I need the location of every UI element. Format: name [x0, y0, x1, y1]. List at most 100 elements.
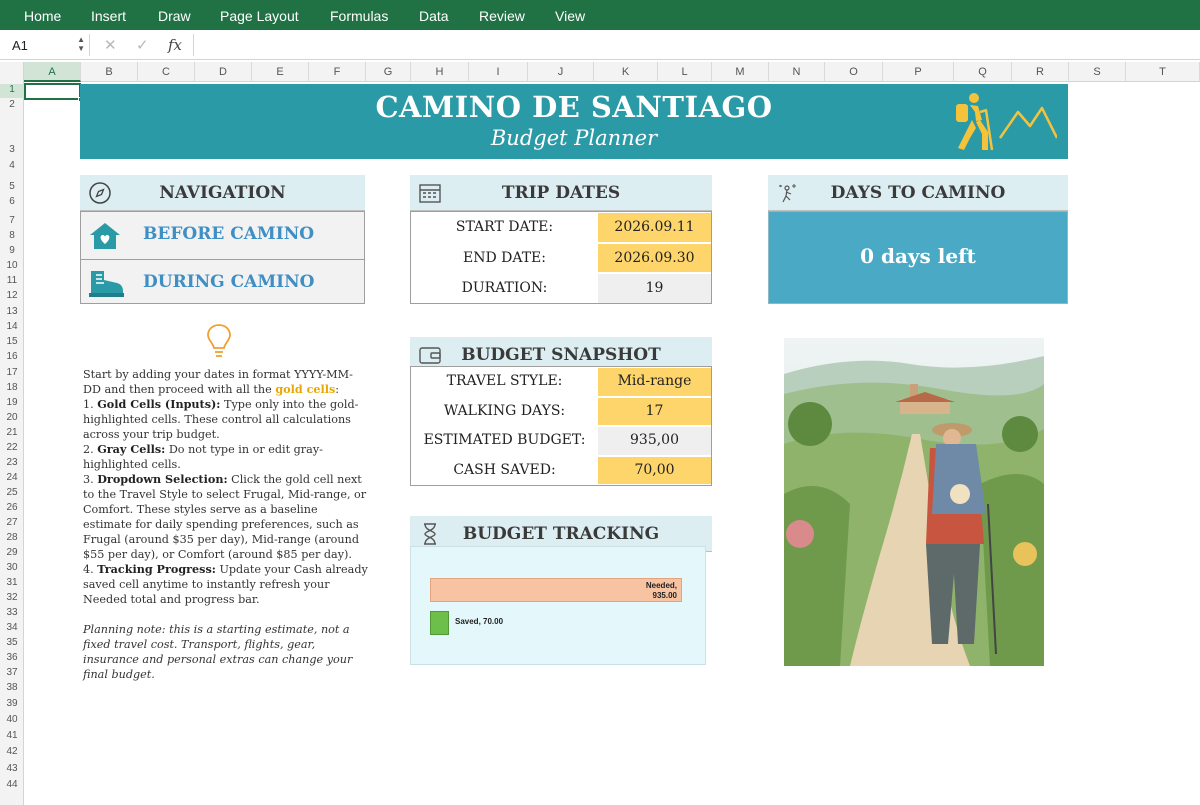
column-header-i[interactable]: I: [469, 62, 528, 82]
column-header-e[interactable]: E: [252, 62, 309, 82]
trip-date-value-cell[interactable]: 2026.09.11: [598, 213, 711, 242]
row-header-11[interactable]: 11: [0, 275, 24, 289]
tab-draw[interactable]: Draw: [158, 8, 191, 24]
formula-input[interactable]: [200, 34, 1190, 56]
instruction-step-4: 4. Tracking Progress: Update your Cash a…: [83, 562, 368, 607]
row-header-27[interactable]: 27: [0, 517, 24, 531]
row-header-8[interactable]: 8: [0, 230, 24, 244]
budget-snapshot-value-cell[interactable]: Mid-range: [598, 368, 711, 396]
tab-page-layout[interactable]: Page Layout: [220, 8, 299, 24]
row-header-18[interactable]: 18: [0, 382, 24, 396]
trip-date-value-cell[interactable]: 2026.09.30: [598, 243, 711, 272]
column-header-o[interactable]: O: [825, 62, 883, 82]
budget-snapshot-value-cell[interactable]: 70,00: [598, 456, 711, 484]
column-header-g[interactable]: G: [366, 62, 411, 82]
row-header-3[interactable]: 3: [0, 144, 24, 158]
row-header-40[interactable]: 40: [0, 714, 24, 728]
lightbulb-icon: [207, 324, 231, 357]
column-header-c[interactable]: C: [138, 62, 195, 82]
select-all-corner[interactable]: [0, 62, 24, 82]
row-header-33[interactable]: 33: [0, 607, 24, 621]
tab-formulas[interactable]: Formulas: [330, 8, 388, 24]
row-header-2[interactable]: 2: [0, 99, 24, 113]
row-header-31[interactable]: 31: [0, 577, 24, 591]
row-header-34[interactable]: 34: [0, 622, 24, 636]
row-header-9[interactable]: 9: [0, 245, 24, 259]
column-header-b[interactable]: B: [81, 62, 138, 82]
name-box[interactable]: A1 ▲ ▼: [4, 34, 90, 56]
column-header-h[interactable]: H: [411, 62, 469, 82]
row-header-20[interactable]: 20: [0, 412, 24, 426]
row-header-17[interactable]: 17: [0, 367, 24, 381]
row-header-28[interactable]: 28: [0, 532, 24, 546]
column-header-j[interactable]: J: [528, 62, 594, 82]
row-header-38[interactable]: 38: [0, 682, 24, 696]
row-header-29[interactable]: 29: [0, 547, 24, 561]
row-header-4[interactable]: 4: [0, 160, 24, 174]
column-header-a[interactable]: A: [24, 62, 81, 82]
row-header-37[interactable]: 37: [0, 667, 24, 681]
nav-during-camino-button[interactable]: DURING CAMINO: [81, 260, 364, 306]
row-header-24[interactable]: 24: [0, 472, 24, 486]
column-header-d[interactable]: D: [195, 62, 252, 82]
column-header-s[interactable]: S: [1069, 62, 1126, 82]
row-header-1[interactable]: 1: [0, 84, 24, 98]
row-header-35[interactable]: 35: [0, 637, 24, 651]
active-cell-selection[interactable]: [24, 83, 83, 102]
budget-snapshot-label: CASH SAVED:: [453, 461, 556, 478]
row-header-44[interactable]: 44: [0, 779, 24, 793]
row-header-25[interactable]: 25: [0, 487, 24, 501]
row-header-13[interactable]: 13: [0, 306, 24, 320]
row-header-6[interactable]: 6: [0, 196, 24, 210]
row-header-5[interactable]: 5: [0, 181, 24, 195]
nav-before-camino-button[interactable]: BEFORE CAMINO: [81, 212, 364, 258]
row-header-14[interactable]: 14: [0, 321, 24, 335]
row-header-12[interactable]: 12: [0, 290, 24, 304]
row-header-15[interactable]: 15: [0, 336, 24, 350]
days-to-camino-panel: 0 days left: [768, 211, 1068, 304]
budget-snapshot-value-cell[interactable]: 17: [598, 397, 711, 425]
row-header-23[interactable]: 23: [0, 457, 24, 471]
column-header-f[interactable]: F: [309, 62, 366, 82]
trip-dates-header: TRIP DATES: [410, 175, 712, 211]
insert-function-icon[interactable]: fx: [168, 36, 182, 54]
column-header-n[interactable]: N: [769, 62, 825, 82]
row-header-41[interactable]: 41: [0, 730, 24, 744]
row-header-39[interactable]: 39: [0, 698, 24, 712]
name-box-spinner-icon[interactable]: ▲ ▼: [77, 35, 85, 53]
tab-insert[interactable]: Insert: [91, 8, 126, 24]
row-header-30[interactable]: 30: [0, 562, 24, 576]
column-header-k[interactable]: K: [594, 62, 658, 82]
checkmark-icon[interactable]: ✓: [136, 36, 149, 54]
column-header-m[interactable]: M: [712, 62, 769, 82]
instructions-text: Start by adding your dates in format YYY…: [83, 367, 368, 682]
row-header-32[interactable]: 32: [0, 592, 24, 606]
row-header-26[interactable]: 26: [0, 502, 24, 516]
trip-date-row: START DATE: 2026.09.11: [411, 212, 711, 243]
column-header-q[interactable]: Q: [954, 62, 1012, 82]
hiker-sparkle-icon: [779, 184, 796, 203]
row-header-10[interactable]: 10: [0, 260, 24, 274]
row-header-22[interactable]: 22: [0, 442, 24, 456]
title-banner: CAMINO DE SANTIAGO Budget Planner: [80, 84, 1068, 159]
column-header-l[interactable]: L: [658, 62, 712, 82]
step-title: Tracking Progress:: [97, 562, 216, 576]
tab-review[interactable]: Review: [479, 8, 525, 24]
row-header-19[interactable]: 19: [0, 397, 24, 411]
column-header-p[interactable]: P: [883, 62, 954, 82]
cancel-icon[interactable]: ✕: [104, 36, 117, 54]
calendar-icon: [419, 184, 441, 203]
row-header-42[interactable]: 42: [0, 746, 24, 760]
tab-home[interactable]: Home: [24, 8, 61, 24]
column-header-r[interactable]: R: [1012, 62, 1069, 82]
tab-view[interactable]: View: [555, 8, 585, 24]
budget-snapshot-value-cell[interactable]: 935,00: [598, 427, 711, 455]
row-header-21[interactable]: 21: [0, 427, 24, 441]
row-header-36[interactable]: 36: [0, 652, 24, 666]
row-header-16[interactable]: 16: [0, 351, 24, 365]
trip-date-value-cell[interactable]: 19: [598, 274, 711, 303]
row-header-43[interactable]: 43: [0, 763, 24, 777]
column-header-t[interactable]: T: [1126, 62, 1200, 82]
tab-data[interactable]: Data: [419, 8, 449, 24]
row-header-7[interactable]: 7: [0, 215, 24, 229]
